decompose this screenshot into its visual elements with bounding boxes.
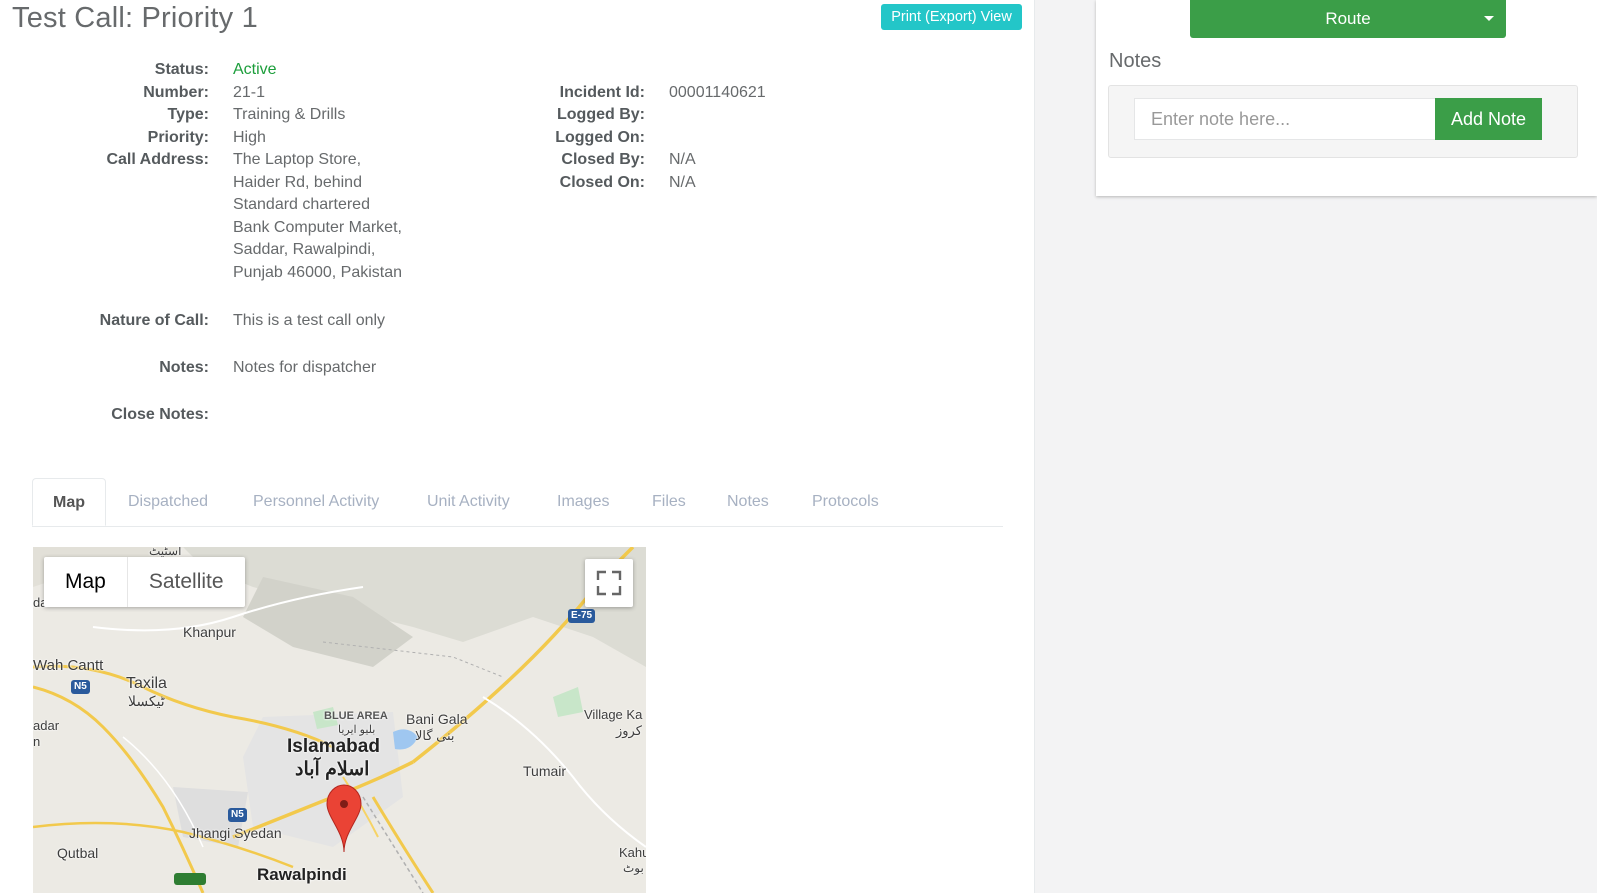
priority-row: Priority: High [0, 127, 420, 151]
map-label-village: Village Ka [584, 707, 643, 722]
tab-protocols[interactable]: Protocols [812, 478, 879, 526]
add-note-button[interactable]: Add Note [1435, 98, 1542, 140]
notes-label: Notes: [159, 359, 209, 376]
nature-of-call-label: Nature of Call: [99, 312, 209, 329]
nature-of-call-row: Nature of Call: This is a test call only [0, 310, 420, 334]
tab-map[interactable]: Map [32, 478, 106, 526]
caret-down-icon[interactable] [1484, 16, 1494, 21]
tab-unit-activity[interactable]: Unit Activity [427, 478, 510, 526]
map-label-wah-cantt: Wah Cantt [33, 657, 104, 674]
status-value: Active [233, 61, 277, 78]
map-label-islamabad: Islamabad [287, 736, 380, 757]
map-label-kahu: Kahu [619, 845, 646, 860]
route-button[interactable]: Route [1190, 0, 1506, 38]
type-value: Training & Drills [233, 106, 346, 123]
note-input[interactable] [1134, 98, 1436, 140]
nature-of-call-value: This is a test call only [233, 312, 386, 329]
map-label-bani-gala-urdu: بنی گالا [415, 728, 455, 743]
map-view[interactable]: اسٹیٹ da Khanpur Wah Cantt Taxila ٹیکسلا… [33, 547, 646, 893]
address-line: The Laptop Store, [233, 151, 362, 168]
address-line: Punjab 46000, Pakistan [233, 264, 403, 281]
tab-images[interactable]: Images [557, 478, 609, 526]
map-shield-n5: N5 [228, 808, 247, 822]
address-line: Haider Rd, behind [233, 173, 362, 191]
closed-on-label: Closed On: [559, 174, 645, 191]
page-title: Test Call: Priority 1 [12, 2, 258, 34]
map-shield-green [174, 873, 206, 885]
type-label: Type: [167, 106, 209, 123]
type-row: Type: Training & Drills [0, 104, 420, 128]
logged-by-label: Logged By: [557, 106, 645, 123]
logged-on-label: Logged On: [555, 129, 645, 146]
tab-personnel-activity[interactable]: Personnel Activity [253, 478, 379, 526]
closed-on-value: N/A [669, 174, 696, 191]
map-label-islamabad-urdu: اسلام آباد [295, 759, 370, 780]
closed-on-row: Closed On: N/A [420, 172, 820, 196]
call-address-row: Call Address: The Laptop Store, Haider R… [0, 149, 440, 289]
fullscreen-icon [596, 570, 622, 596]
print-export-button[interactable]: Print (Export) View [881, 4, 1022, 30]
notes-value: Notes for dispatcher [233, 359, 377, 376]
address-line: Saddar, Rawalpindi, [233, 241, 376, 259]
logged-by-row: Logged By: [420, 104, 820, 128]
map-label-jhangi-syedan: Jhangi Syedan [189, 825, 282, 841]
close-notes-label: Close Notes: [111, 406, 209, 423]
status-label: Status: [154, 61, 209, 78]
map-label-n: n [33, 734, 41, 749]
map-shield-e75: E-75 [568, 609, 596, 623]
map-label-khanpur: Khanpur [183, 624, 236, 640]
address-line: Bank Computer Market, [233, 218, 402, 236]
closed-by-row: Closed By: N/A [420, 149, 820, 173]
number-label: Number: [143, 84, 209, 101]
incident-id-label: Incident Id: [559, 84, 645, 101]
map-label-blue-area-urdu: بلیو ایریا [338, 724, 376, 736]
logged-on-row: Logged On: [420, 127, 820, 151]
incident-id-row: Incident Id: 00001140621 [420, 82, 820, 106]
map-label-blue-area: BLUE AREA [324, 710, 388, 722]
map-label-taxila-urdu: ٹیکسلا [128, 693, 165, 709]
map-type-control: Map Satellite [44, 557, 245, 607]
map-label-qutbal: Qutbal [57, 845, 99, 861]
map-label-adar: adar [33, 718, 60, 733]
map-label-rawalpindi: Rawalpindi [257, 865, 347, 884]
notes-row: Notes: Notes for dispatcher [0, 357, 420, 381]
map-label-taxila: Taxila [126, 675, 167, 692]
fullscreen-button[interactable] [585, 559, 633, 607]
tab-dispatched[interactable]: Dispatched [128, 478, 208, 526]
number-value: 21-1 [233, 84, 266, 101]
route-label: Route [1325, 9, 1371, 28]
map-type-satellite-button[interactable]: Satellite [126, 557, 245, 607]
map-label-tumair: Tumair [523, 763, 567, 779]
map-label-kahu-urdu: بوٹ [623, 861, 644, 875]
priority-value: High [233, 129, 266, 146]
status-row: Status: Active [0, 59, 420, 83]
map-label-village-urdu: کروز [616, 723, 642, 738]
tab-notes[interactable]: Notes [727, 478, 769, 526]
number-row: Number: 21-1 [0, 82, 420, 106]
tab-files[interactable]: Files [652, 478, 686, 526]
address-line: Standard chartered [233, 196, 370, 214]
priority-label: Priority: [147, 129, 209, 146]
call-address-label: Call Address: [106, 151, 209, 168]
close-notes-row: Close Notes: [0, 404, 420, 428]
closed-by-label: Closed By: [561, 151, 645, 168]
map-shield-n5: N5 [71, 680, 90, 694]
incident-id-value: 00001140621 [669, 84, 766, 101]
call-tabs: Map Dispatched Personnel Activity Unit A… [32, 478, 1003, 527]
notes-heading: Notes [1109, 50, 1162, 72]
map-type-map-button[interactable]: Map [44, 557, 127, 607]
call-details-panel: Test Call: Priority 1 Print (Export) Vie… [0, 0, 1035, 893]
map-label-bani-gala: Bani Gala [406, 711, 468, 727]
closed-by-value: N/A [669, 151, 696, 168]
